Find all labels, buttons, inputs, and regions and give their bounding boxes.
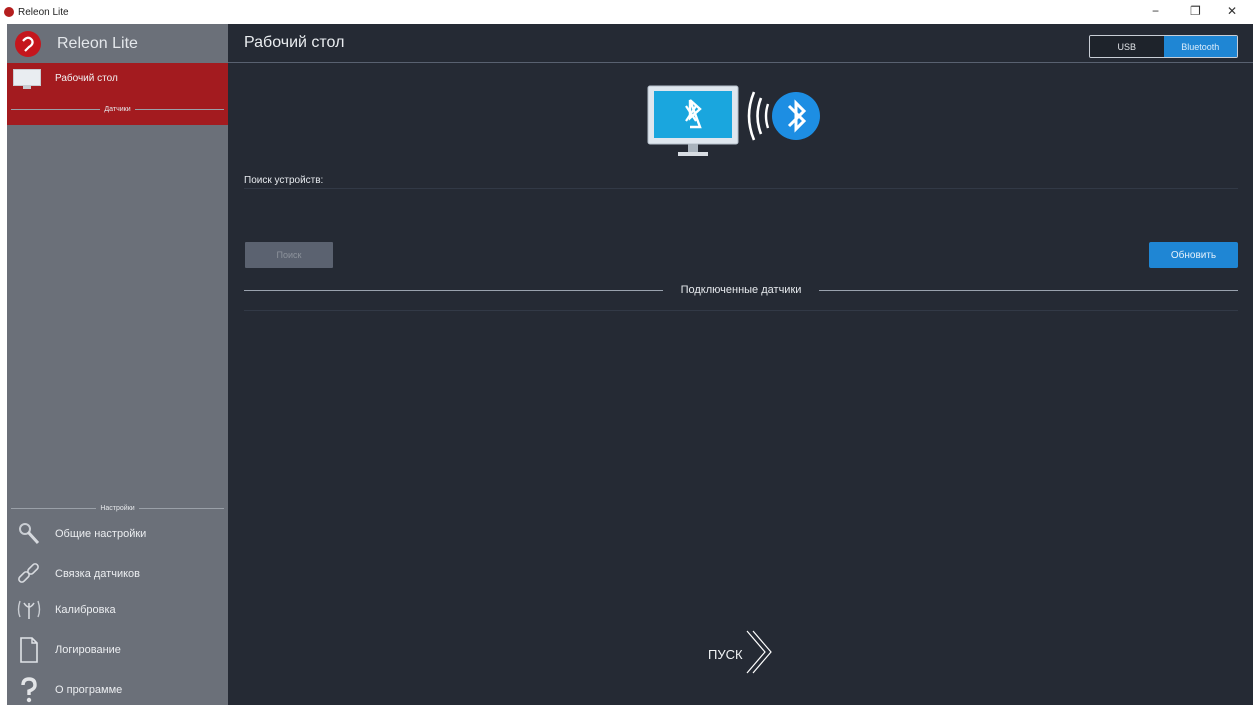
link-icon	[11, 559, 47, 589]
sensors-divider: Датчики	[11, 102, 224, 116]
start-button[interactable]: ПУСК	[708, 627, 777, 682]
connected-sensors-header: Подключенные датчики	[244, 283, 1238, 297]
bluetooth-hero-icon	[646, 84, 846, 166]
title-bar: Releon Lite − ❐ ✕	[0, 0, 1253, 24]
bluetooth-option[interactable]: Bluetooth	[1163, 36, 1237, 57]
start-label: ПУСК	[708, 647, 743, 662]
monitor-icon	[13, 69, 43, 89]
search-button[interactable]: Поиск	[245, 242, 333, 268]
sensors-section-title: Датчики	[104, 105, 131, 113]
sidebar-item-logging[interactable]: Логирование	[7, 632, 228, 668]
brand-name: Releon Lite	[57, 34, 138, 52]
settings-section-title: Настройки	[100, 504, 135, 512]
connected-sensors-title: Подключенные датчики	[680, 284, 802, 296]
minimize-button[interactable]: −	[1152, 4, 1159, 18]
main-panel: Рабочий стол USB Bluetooth Поиск устройс…	[228, 24, 1253, 705]
wrench-icon	[11, 519, 47, 549]
sidebar-item-general-settings[interactable]: Общие настройки	[7, 516, 228, 552]
sidebar-item-label: Рабочий стол	[55, 73, 118, 84]
sidebar-item-label: О программе	[55, 684, 123, 696]
antenna-icon	[11, 595, 47, 625]
sidebar-item-label: Калибровка	[55, 604, 116, 616]
brand-header: Releon Lite	[7, 24, 228, 63]
connection-toggle: USB Bluetooth	[1089, 35, 1238, 58]
settings-divider: Настройки	[11, 501, 225, 515]
document-icon	[11, 635, 47, 665]
releon-logo-icon	[15, 30, 41, 57]
sidebar: Releon Lite Рабочий стол Датчики Настрой…	[7, 24, 228, 705]
device-search-label: Поиск устройств:	[244, 175, 324, 186]
window-title: Releon Lite	[18, 6, 69, 18]
connected-sensors-divider	[244, 310, 1238, 311]
sidebar-item-sensor-link[interactable]: Связка датчиков	[7, 556, 228, 592]
sidebar-item-about[interactable]: О программе	[7, 672, 228, 708]
sidebar-item-label: Общие настройки	[55, 528, 147, 540]
search-divider	[244, 188, 1238, 189]
double-chevron-icon	[743, 627, 777, 682]
page-title: Рабочий стол	[244, 34, 345, 51]
refresh-button[interactable]: Обновить	[1149, 242, 1238, 268]
question-icon	[11, 675, 47, 705]
close-button[interactable]: ✕	[1227, 4, 1237, 18]
sidebar-item-calibration[interactable]: Калибровка	[7, 592, 228, 628]
sidebar-item-label: Связка датчиков	[55, 568, 140, 580]
sidebar-item-label: Логирование	[55, 644, 121, 656]
app-logo-icon	[4, 7, 14, 17]
header-divider	[228, 62, 1253, 63]
usb-option[interactable]: USB	[1090, 36, 1164, 57]
maximize-button[interactable]: ❐	[1190, 4, 1201, 18]
